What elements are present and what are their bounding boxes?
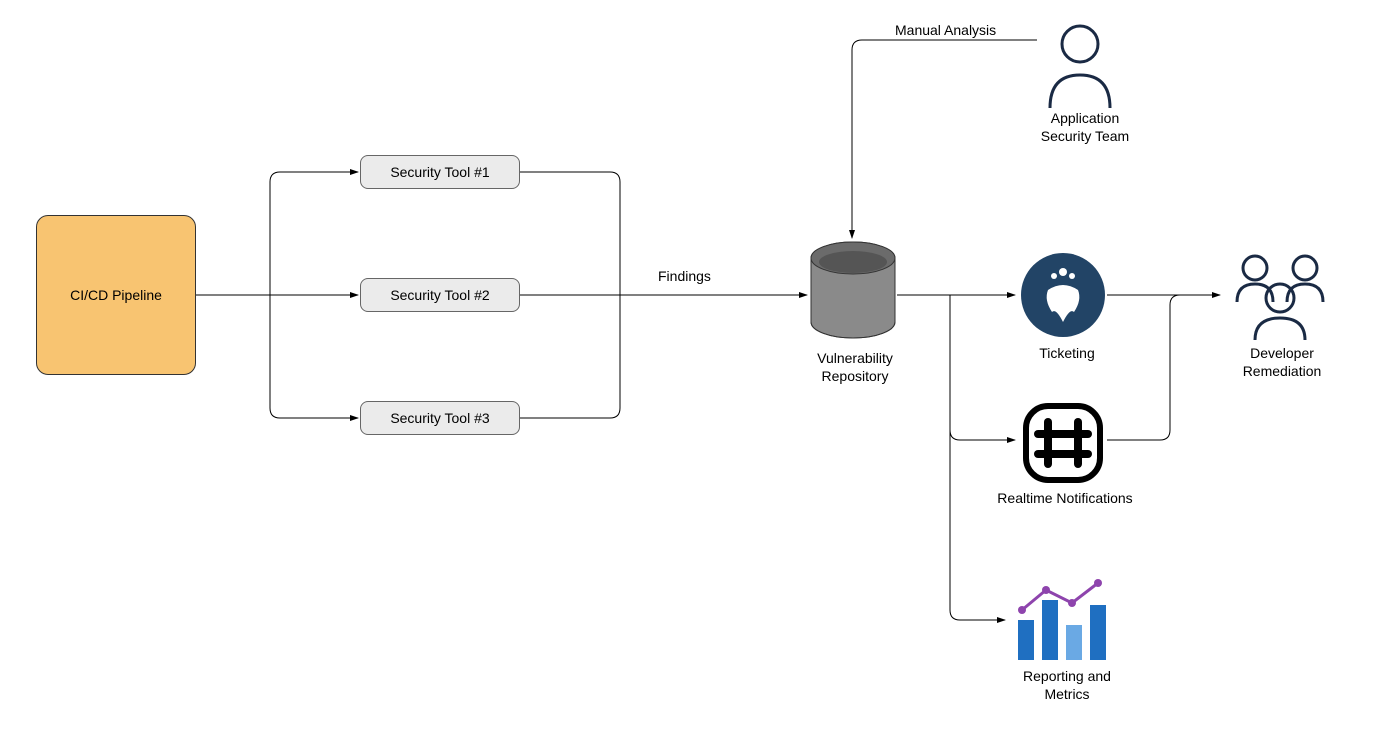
people-group-icon	[1225, 248, 1335, 346]
person-icon	[1040, 20, 1120, 113]
pipeline-label: CI/CD Pipeline	[70, 287, 162, 303]
findings-edge-label: Findings	[658, 268, 711, 286]
developer-label: Developer Remediation	[1222, 345, 1342, 380]
diagram-canvas: CI/CD Pipeline Security Tool #1 Security…	[0, 0, 1390, 743]
vuln-repo-label: Vulnerability Repository	[800, 350, 910, 385]
security-tool-1-node: Security Tool #1	[360, 155, 520, 189]
ticketing-icon	[1018, 250, 1108, 343]
appsec-team-label: Application Security Team	[1030, 110, 1140, 145]
security-tool-2-node: Security Tool #2	[360, 278, 520, 312]
manual-analysis-edge-label: Manual Analysis	[895, 22, 996, 40]
database-icon	[808, 240, 898, 353]
security-tool-1-label: Security Tool #1	[390, 164, 489, 180]
pipeline-node: CI/CD Pipeline	[36, 215, 196, 375]
security-tool-3-node: Security Tool #3	[360, 401, 520, 435]
security-tool-2-label: Security Tool #2	[390, 287, 489, 303]
security-tool-3-label: Security Tool #3	[390, 410, 489, 426]
connectors	[0, 0, 1390, 743]
chat-icon	[1018, 398, 1108, 491]
chart-icon	[1010, 575, 1120, 668]
reporting-label: Reporting and Metrics	[1012, 668, 1122, 703]
notifications-label: Realtime Notifications	[990, 490, 1140, 508]
ticketing-label: Ticketing	[1032, 345, 1102, 363]
